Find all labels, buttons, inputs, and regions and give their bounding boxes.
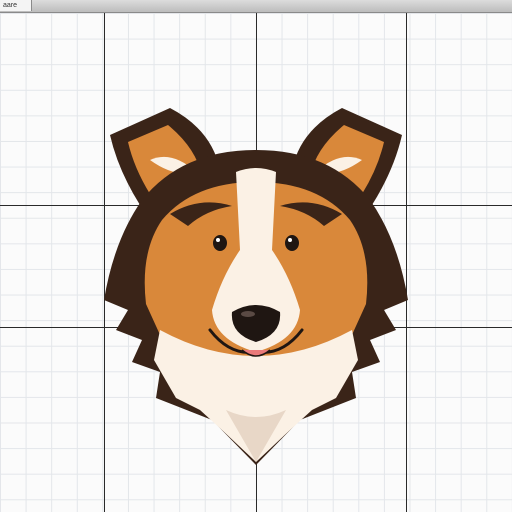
collie-dog-head-icon <box>104 108 408 465</box>
right-eye <box>285 235 299 251</box>
left-eye <box>213 235 227 251</box>
